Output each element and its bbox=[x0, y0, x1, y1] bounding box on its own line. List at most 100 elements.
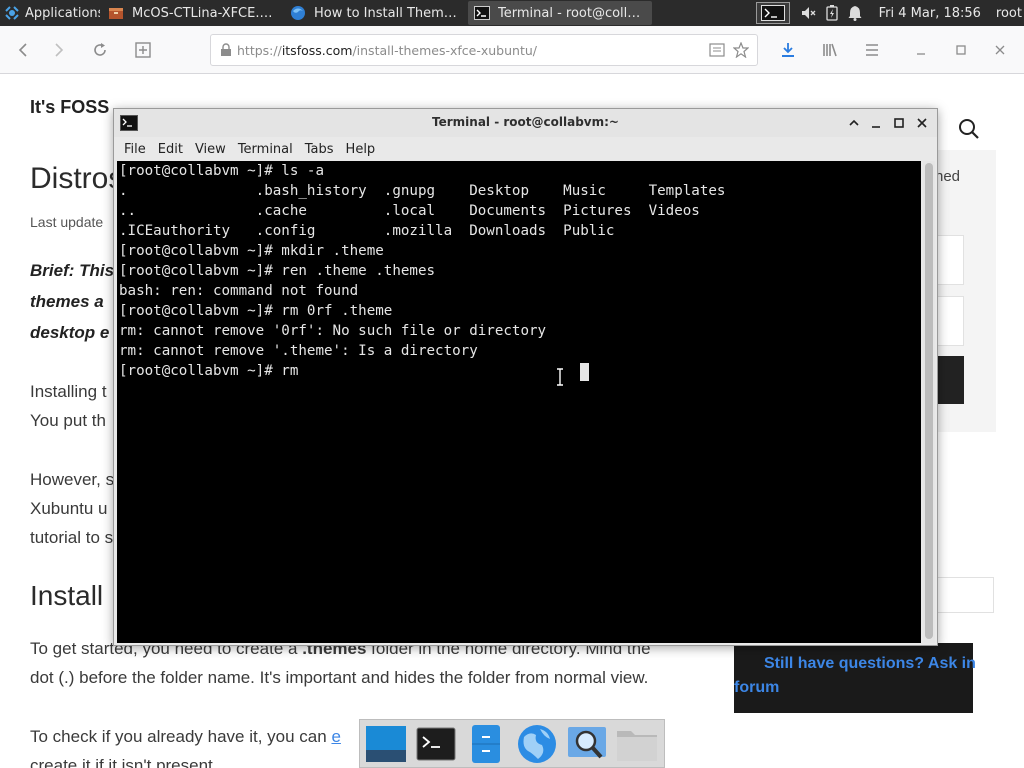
terminal-line: bash: ren: command not found bbox=[119, 283, 359, 299]
terminal-line: [root@collabvm ~]# ls -a bbox=[119, 163, 324, 179]
bookmark-star-icon[interactable] bbox=[733, 42, 749, 58]
terminal-scrollbar[interactable] bbox=[923, 161, 935, 643]
terminal-menubar: File Edit View Terminal Tabs Help bbox=[114, 137, 937, 161]
terminal-icon bbox=[416, 727, 456, 760]
newsletter-name-field[interactable] bbox=[936, 235, 964, 285]
minimize-icon bbox=[917, 53, 925, 55]
shade-button[interactable] bbox=[845, 114, 863, 132]
text-cursor bbox=[580, 363, 589, 381]
plus-square-icon bbox=[135, 42, 151, 58]
url-bar[interactable]: https://itsfoss.com/install-themes-xfce-… bbox=[210, 34, 758, 66]
web-browser-icon bbox=[517, 724, 556, 763]
taskbar-item-archive[interactable]: McOS-CTLina-XFCE.ta... bbox=[102, 1, 282, 25]
text-run: To check if you already have it, you can bbox=[30, 727, 332, 746]
dock-web-browser[interactable] bbox=[513, 721, 560, 767]
reload-icon bbox=[94, 43, 106, 56]
menu-edit[interactable]: Edit bbox=[152, 142, 189, 157]
site-logo[interactable]: It's FOSS bbox=[30, 97, 109, 118]
url-host: itsfoss.com bbox=[281, 42, 353, 58]
hamburger-icon bbox=[866, 44, 878, 56]
taskbar-label: Terminal - root@collabv... bbox=[498, 5, 646, 21]
close-icon bbox=[917, 118, 927, 128]
newsletter-email-field[interactable] bbox=[936, 296, 964, 346]
terminal-output[interactable]: [root@collabvm ~]# ls -a . .bash_history … bbox=[117, 161, 921, 643]
back-button[interactable] bbox=[12, 38, 36, 62]
last-updated: Last update bbox=[30, 214, 104, 230]
applications-label: Applications bbox=[25, 5, 100, 21]
maximize-icon bbox=[894, 118, 904, 128]
menu-button[interactable] bbox=[860, 38, 884, 62]
clock[interactable]: Fri 4 Mar, 18:56 bbox=[879, 6, 981, 21]
search-icon[interactable] bbox=[957, 117, 981, 146]
terminal-window[interactable]: Terminal - root@collabvm:~ File Edit Vie… bbox=[113, 108, 938, 646]
newsletter-submit-button[interactable] bbox=[936, 356, 964, 404]
dock-app-finder[interactable] bbox=[563, 721, 610, 767]
terminal-title: Terminal - root@collabvm:~ bbox=[432, 115, 619, 129]
downloads-button[interactable] bbox=[776, 38, 800, 62]
paragraph-line: Installing t bbox=[30, 382, 107, 401]
chevron-up-icon bbox=[849, 119, 859, 126]
workspace-switcher[interactable] bbox=[755, 2, 790, 24]
menu-help[interactable]: Help bbox=[340, 142, 382, 157]
window-maximize-button[interactable] bbox=[949, 38, 973, 62]
minimize-icon bbox=[872, 126, 880, 128]
maximize-icon bbox=[956, 45, 966, 55]
file-manager-icon bbox=[472, 724, 501, 763]
volume-icon[interactable] bbox=[800, 5, 816, 21]
minimize-button[interactable] bbox=[867, 114, 885, 132]
cta-line-2: forum bbox=[734, 679, 780, 696]
user-menu[interactable]: root bbox=[996, 6, 1022, 21]
maximize-button[interactable] bbox=[890, 114, 908, 132]
system-tray: Fri 4 Mar, 18:56 root bbox=[751, 0, 1024, 26]
dock-file-manager[interactable] bbox=[463, 721, 510, 767]
window-minimize-button[interactable] bbox=[909, 38, 933, 62]
taskbar-item-browser[interactable]: How to Install Themes ... bbox=[284, 1, 466, 25]
menu-view[interactable]: View bbox=[189, 142, 232, 157]
close-icon bbox=[995, 45, 1005, 55]
dock-terminal[interactable] bbox=[412, 721, 459, 767]
brief-line-1: Brief: This bbox=[30, 261, 115, 280]
battery-icon[interactable] bbox=[825, 5, 838, 21]
download-icon bbox=[782, 43, 794, 57]
browser-toolbar: https://itsfoss.com/install-themes-xfce-… bbox=[0, 26, 1024, 74]
close-button[interactable] bbox=[913, 114, 931, 132]
menu-file[interactable]: File bbox=[118, 142, 152, 157]
paragraph-line: You put th bbox=[30, 411, 106, 430]
firefox-icon bbox=[291, 6, 305, 20]
reload-button[interactable] bbox=[88, 38, 112, 62]
dock-folder[interactable] bbox=[614, 721, 661, 767]
window-close-button[interactable] bbox=[988, 38, 1012, 62]
terminal-icon bbox=[474, 6, 490, 20]
forum-cta-banner[interactable]: Still have questions? Ask in forum bbox=[734, 643, 976, 713]
paragraph-line: Xubuntu u bbox=[30, 499, 108, 518]
menu-terminal[interactable]: Terminal bbox=[232, 142, 299, 157]
app-finder-icon bbox=[567, 726, 606, 758]
notifications-icon[interactable] bbox=[848, 5, 862, 21]
dock-show-desktop[interactable] bbox=[362, 721, 409, 767]
archive-icon bbox=[109, 8, 123, 19]
arrow-left-icon bbox=[18, 43, 27, 57]
inline-link[interactable]: e bbox=[331, 727, 340, 746]
new-tab-button[interactable] bbox=[131, 38, 155, 62]
paragraph-line: dot (.) before the folder name. It's imp… bbox=[30, 668, 649, 687]
lock-icon bbox=[221, 43, 231, 56]
url-path: /install-themes-xfce-xubuntu/ bbox=[352, 42, 537, 58]
cta-line-1: Still have questions? Ask in bbox=[764, 655, 976, 672]
library-button[interactable] bbox=[818, 38, 842, 62]
sidebar-text: ned bbox=[935, 168, 961, 185]
reader-view-icon[interactable] bbox=[709, 43, 725, 57]
ibeam-mouse-icon bbox=[557, 368, 563, 386]
taskbar-item-terminal[interactable]: Terminal - root@collabv... bbox=[468, 1, 652, 25]
scrollbar-thumb[interactable] bbox=[925, 163, 933, 639]
applications-menu[interactable]: Applications bbox=[0, 0, 100, 26]
forward-button[interactable] bbox=[46, 38, 70, 62]
terminal-prompt: [root@collabvm ~]# rm bbox=[119, 363, 299, 379]
terminal-icon bbox=[760, 5, 785, 21]
menu-tabs[interactable]: Tabs bbox=[299, 142, 340, 157]
paragraph-line: However, s bbox=[30, 470, 115, 489]
terminal-prompt-line[interactable]: [root@collabvm ~]# rm bbox=[119, 361, 921, 381]
terminal-titlebar[interactable]: Terminal - root@collabvm:~ bbox=[114, 109, 937, 137]
terminal-line: rm: cannot remove '.theme': Is a directo… bbox=[119, 343, 478, 359]
sidebar-search-field[interactable] bbox=[936, 577, 994, 613]
taskbar-label: McOS-CTLina-XFCE.ta... bbox=[132, 5, 276, 21]
